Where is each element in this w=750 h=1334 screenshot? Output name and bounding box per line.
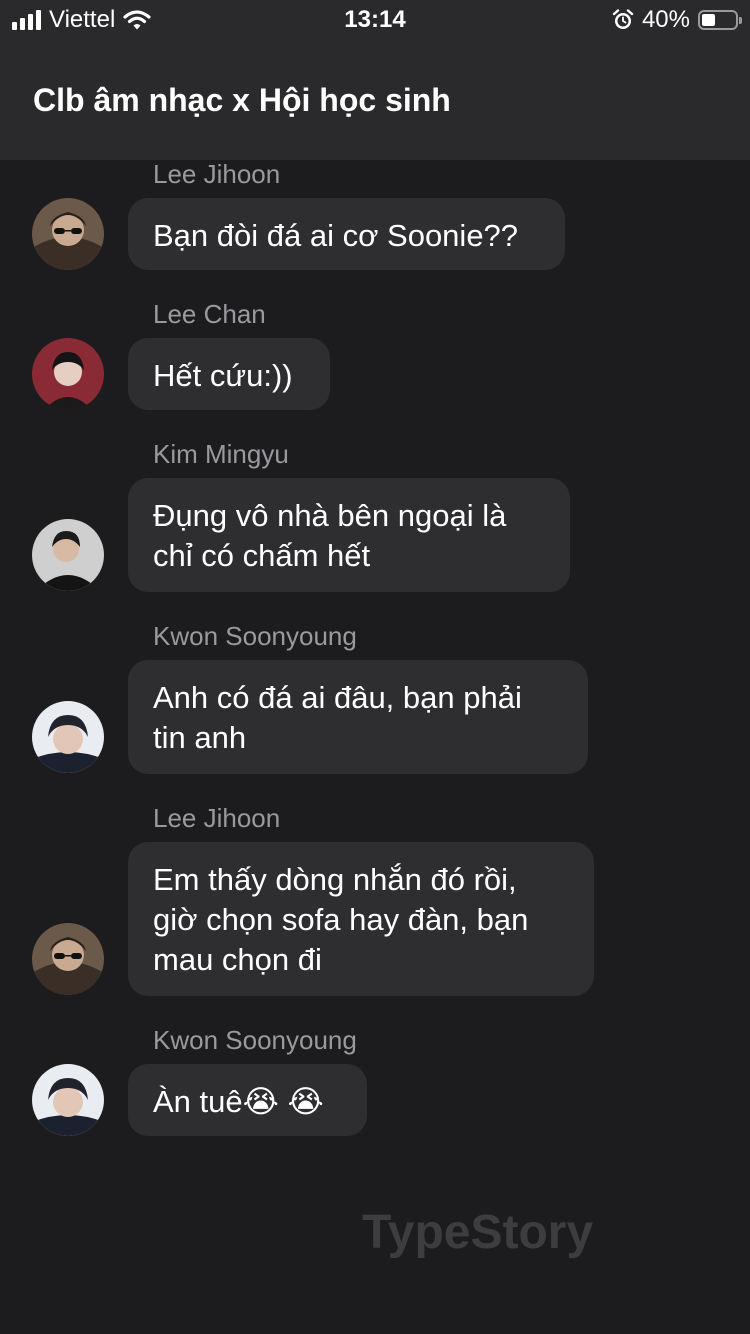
sender-name: Kwon Soonyoung	[153, 1025, 357, 1055]
battery-icon	[698, 10, 742, 30]
message-bubble[interactable]: Bạn đòi đá ai cơ Soonie??	[128, 198, 565, 270]
status-bar: Viettel 13:14 40%	[0, 0, 750, 40]
message-text: Anh có đá ai đâu, bạn phải tin anh	[153, 680, 522, 755]
message-text: Àn tuê😭 😭	[153, 1084, 324, 1119]
sender-name: Lee Jihoon	[153, 160, 281, 189]
sender-name: Lee Chan	[153, 299, 266, 329]
avatar[interactable]	[32, 701, 104, 773]
message-bubble[interactable]: Đụng vô nhà bên ngoại là chỉ có chấm hết	[128, 478, 570, 592]
sender-name: Lee Jihoon	[153, 803, 281, 833]
battery-level	[702, 14, 715, 26]
message-text: Em thấy dòng nhắn đó rồi, giờ chọn sofa …	[153, 862, 529, 977]
sender-name: Kim Mingyu	[153, 439, 289, 469]
alarm-icon	[612, 9, 634, 29]
chat-title[interactable]: Clb âm nhạc x Hội học sinh	[33, 80, 451, 120]
message-text: Bạn đòi đá ai cơ Soonie??	[153, 218, 519, 253]
avatar[interactable]	[32, 519, 104, 591]
avatar[interactable]	[32, 338, 104, 410]
status-right: 40%	[612, 6, 742, 34]
watermark-logo: TypeStory	[362, 1206, 594, 1259]
message-bubble[interactable]: Anh có đá ai đâu, bạn phải tin anh	[128, 660, 588, 774]
avatar[interactable]	[32, 198, 104, 270]
message-text: Hết cứu:))	[153, 358, 293, 393]
chat-header: Clb âm nhạc x Hội học sinh	[0, 40, 750, 160]
message-list[interactable]: Lee Jihoon Bạn đòi đá ai cơ Soonie?? Lee…	[0, 160, 750, 1334]
message-bubble[interactable]: Hết cứu:))	[128, 338, 330, 410]
battery-percent: 40%	[641, 6, 690, 33]
sender-name: Kwon Soonyoung	[153, 621, 357, 651]
avatar[interactable]	[32, 923, 104, 995]
message-text: Đụng vô nhà bên ngoại là chỉ có chấm hết	[153, 498, 507, 573]
message-bubble[interactable]: Àn tuê😭 😭	[128, 1064, 367, 1136]
avatar[interactable]	[32, 1064, 104, 1136]
message-bubble[interactable]: Em thấy dòng nhắn đó rồi, giờ chọn sofa …	[128, 842, 594, 996]
